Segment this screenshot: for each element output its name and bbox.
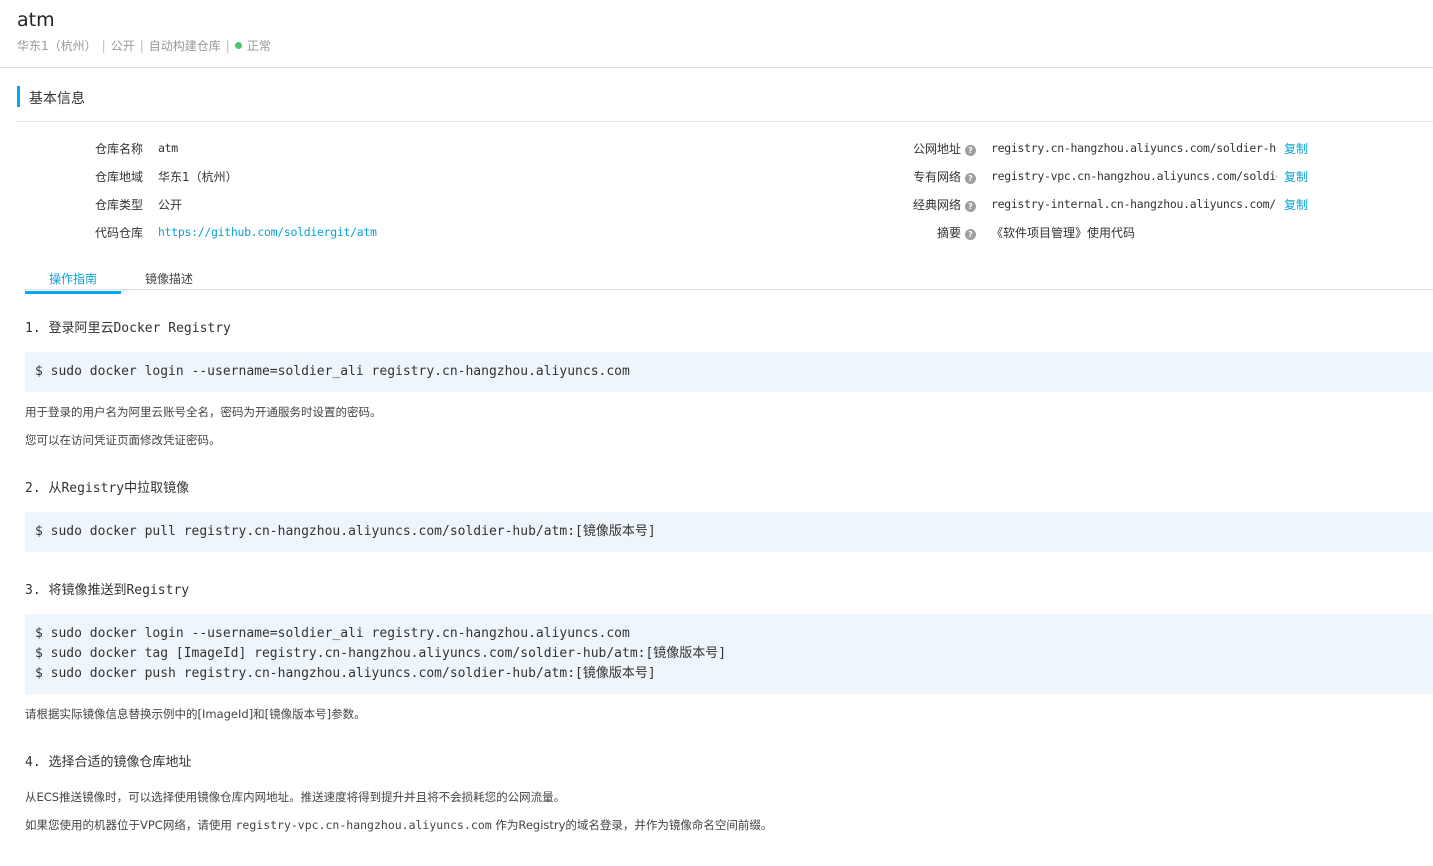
- separator: |: [101, 39, 106, 53]
- public-address-value: registry.cn-hangzhou.aliyuncs.com/soldie…: [991, 141, 1277, 155]
- info-label-wrap: 专有网络?: [880, 168, 976, 185]
- tab-operation-guide[interactable]: 操作指南: [25, 270, 121, 294]
- info-label: 经典网络: [912, 198, 961, 212]
- info-label: 摘要: [936, 226, 961, 240]
- help-icon[interactable]: ?: [965, 201, 976, 212]
- section-title: 基本信息: [29, 91, 85, 107]
- classic-address-value: registry-internal.cn-hangzhou.aliyuncs.c…: [991, 197, 1277, 211]
- help-icon[interactable]: ?: [965, 229, 976, 240]
- vpc-address-value: registry-vpc.cn-hangzhou.aliyuncs.com/so…: [991, 169, 1277, 183]
- code-line: $ sudo docker push registry.cn-hangzhou.…: [35, 666, 656, 681]
- help-icon[interactable]: ?: [965, 145, 976, 156]
- info-label-wrap: 公网地址?: [880, 140, 976, 157]
- info-label: 仓库类型: [94, 198, 143, 212]
- step-3-note: 请根据实际镜像信息替换示例中的[ImageId]和[镜像版本号]参数。: [25, 707, 366, 721]
- info-value: 公开: [158, 198, 183, 212]
- info-label: 仓库名称: [94, 142, 143, 156]
- basic-info-header: 基本信息: [17, 86, 1433, 122]
- info-label-wrap: 摘要?: [880, 224, 976, 241]
- repo-build-type: 自动构建仓库: [148, 39, 221, 53]
- guide-tabs: 操作指南 镜像描述: [25, 266, 1433, 294]
- step-4-title: 4. 选择合适的镜像仓库地址: [25, 755, 192, 770]
- repo-visibility: 公开: [110, 39, 135, 53]
- info-label: 公网地址: [912, 142, 961, 156]
- vpc-registry-address: registry-vpc.cn-hangzhou.aliyuncs.com: [235, 818, 492, 832]
- code-repo-link[interactable]: https://github.com/soldiergit/atm: [158, 225, 377, 239]
- copy-public-address-link[interactable]: 复制: [1284, 140, 1308, 157]
- repo-header: atm 华东1（杭州） | 公开 | 自动构建仓库 | 正常: [0, 0, 1433, 68]
- separator: |: [139, 39, 144, 53]
- separator: |: [225, 39, 230, 53]
- tab-image-description[interactable]: 镜像描述: [121, 270, 217, 293]
- info-value: atm: [158, 141, 178, 155]
- note-text: 如果您使用的机器位于VPC网络，请使用: [25, 818, 236, 832]
- info-label: 仓库地域: [94, 170, 143, 184]
- step-2-title: 2. 从Registry中拉取镜像: [25, 481, 190, 496]
- summary-value: 《软件项目管理》使用代码: [991, 226, 1136, 240]
- step-2-code-block: $ sudo docker pull registry.cn-hangzhou.…: [25, 512, 1433, 552]
- repo-title: atm: [17, 9, 55, 31]
- repo-meta: 华东1（杭州） | 公开 | 自动构建仓库 | 正常: [17, 37, 271, 54]
- step-1-note: 用于登录的用户名为阿里云账号全名，密码为开通服务时设置的密码。: [25, 405, 382, 419]
- step-1-title: 1. 登录阿里云Docker Registry: [25, 321, 231, 336]
- copy-vpc-address-link[interactable]: 复制: [1284, 168, 1308, 185]
- code-line: $ sudo docker login --username=soldier_a…: [35, 364, 630, 379]
- step-1-code-block: $ sudo docker login --username=soldier_a…: [25, 352, 1433, 392]
- copy-classic-address-link[interactable]: 复制: [1284, 196, 1308, 213]
- code-line: $ sudo docker tag [ImageId] registry.cn-…: [35, 646, 727, 661]
- status-text: 正常: [246, 39, 271, 53]
- info-value: 华东1（杭州）: [158, 170, 238, 184]
- note-text: 作为Registry的域名登录，并作为镜像命名空间前缀。: [491, 818, 773, 832]
- status-dot-icon: [234, 42, 242, 49]
- step-4-note-vpc: 如果您使用的机器位于VPC网络，请使用 registry-vpc.cn-hang…: [25, 817, 772, 833]
- repo-region: 华东1（杭州）: [17, 39, 97, 53]
- code-line: $ sudo docker pull registry.cn-hangzhou.…: [35, 524, 656, 539]
- section-accent-bar: [17, 86, 20, 107]
- step-3-code-block: $ sudo docker login --username=soldier_a…: [25, 614, 1433, 694]
- info-label-wrap: 经典网络?: [880, 196, 976, 213]
- step-1-note: 您可以在访问凭证页面修改凭证密码。: [25, 433, 221, 447]
- help-icon[interactable]: ?: [965, 173, 976, 184]
- step-4-note: 从ECS推送镜像时，可以选择使用镜像仓库内网地址。推送速度将得到提升并且将不会损…: [25, 790, 566, 804]
- step-3-title: 3. 将镜像推送到Registry: [25, 583, 190, 598]
- info-label: 专有网络: [912, 170, 961, 184]
- code-line: $ sudo docker login --username=soldier_a…: [35, 626, 630, 641]
- info-label: 代码仓库: [94, 226, 143, 240]
